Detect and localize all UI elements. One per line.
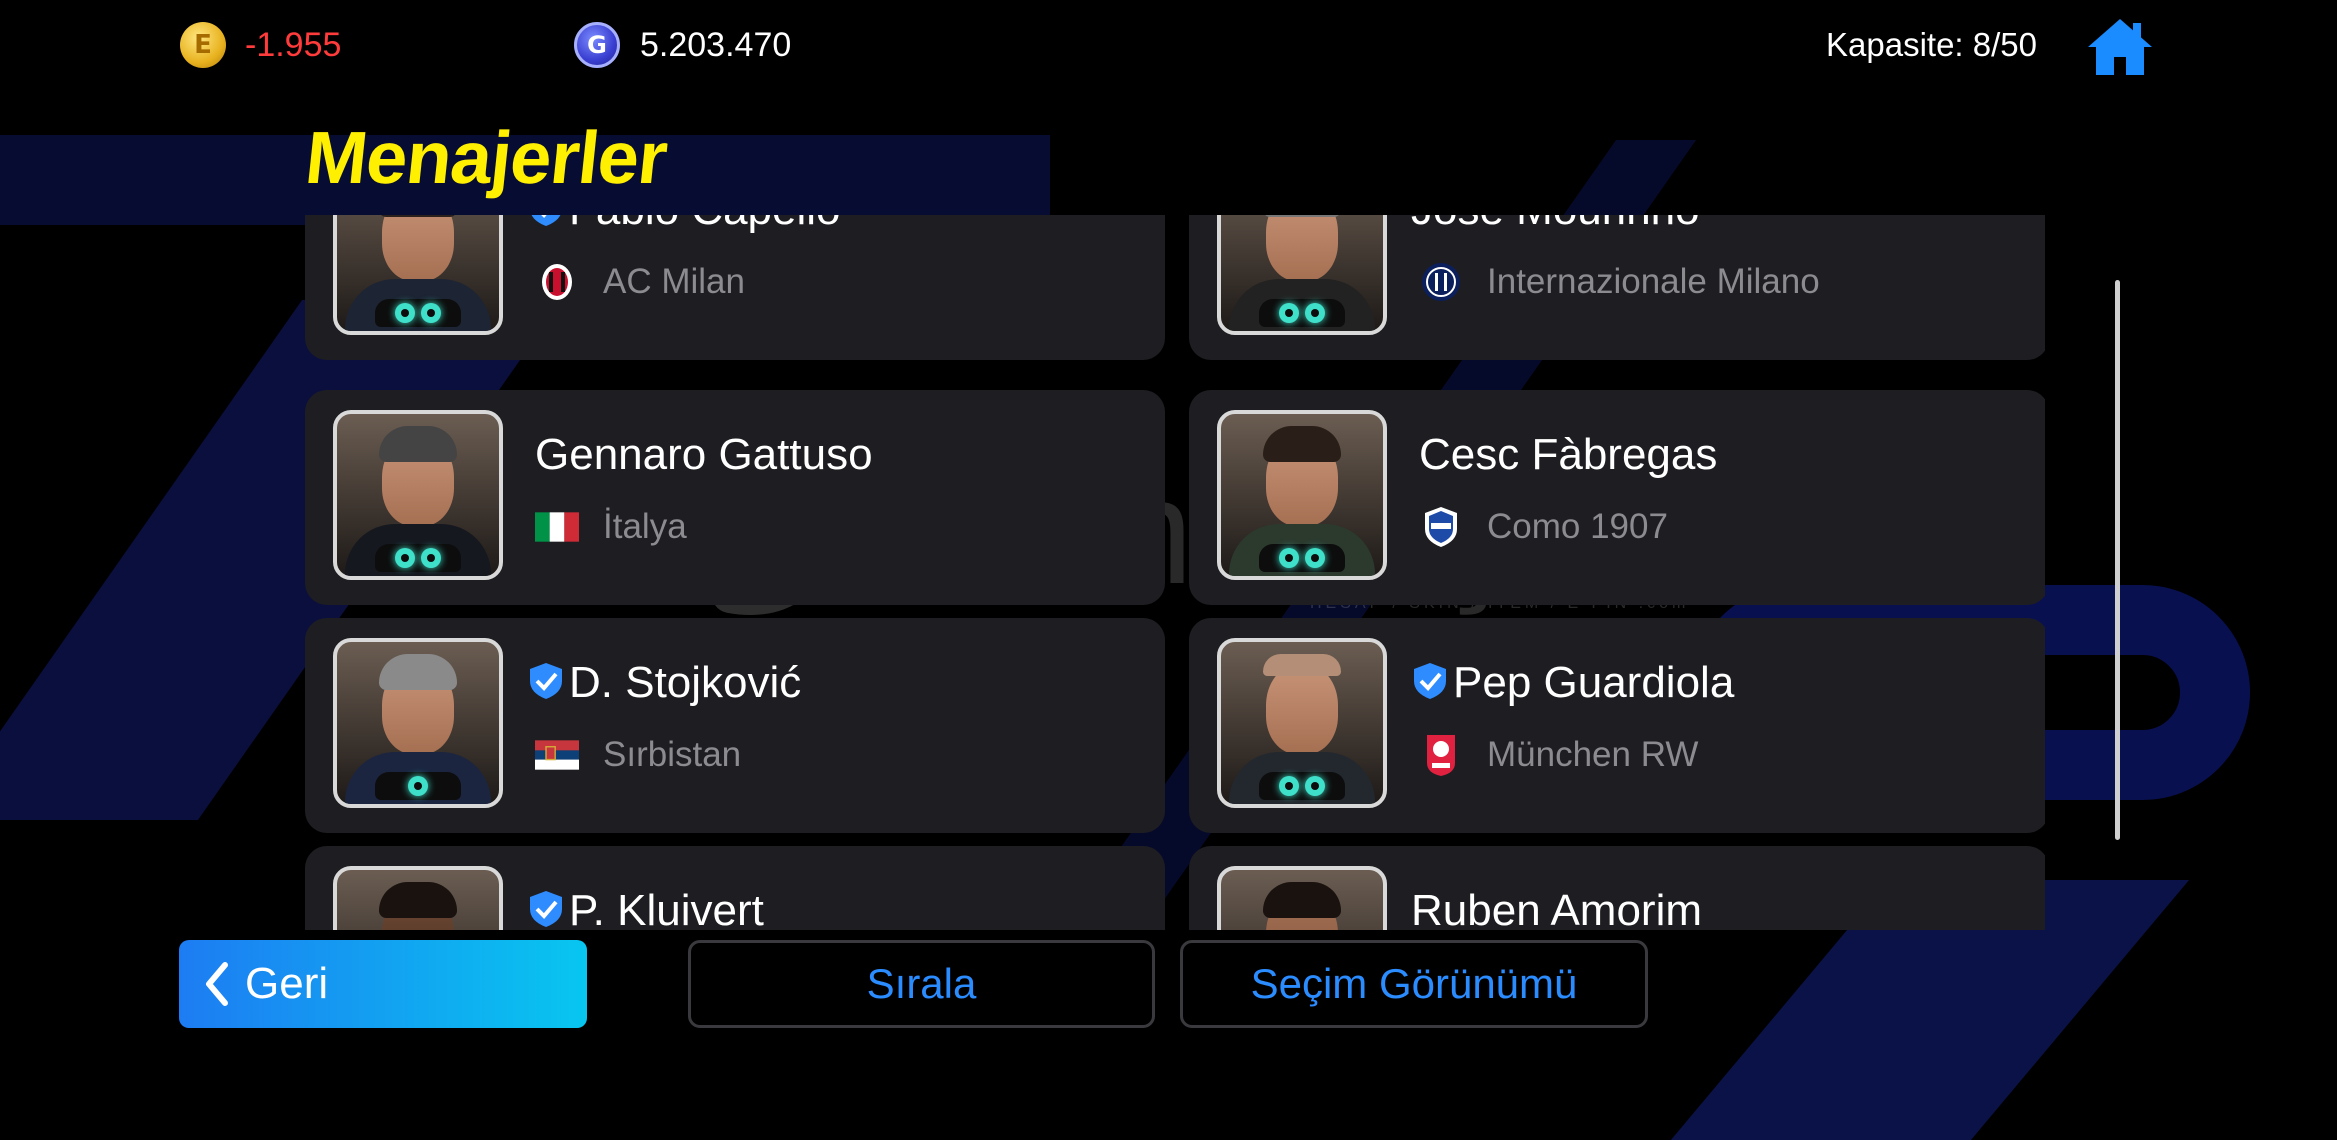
gp-balance: 5.203.470 (640, 26, 792, 64)
ac-milan-crest-icon (535, 260, 579, 304)
manager-card[interactable]: José Mourinho Internazionale Milano (1189, 215, 2045, 360)
manager-name: Cesc Fàbregas (1419, 430, 1717, 480)
manager-name-text: Fabio Capello (569, 215, 841, 234)
skill-badges (1259, 544, 1345, 572)
italy-flag-icon (535, 505, 579, 549)
club-name: İtalya (603, 507, 687, 546)
skill-badge-icon (421, 548, 441, 568)
chevron-left-icon (206, 962, 228, 1006)
manager-name-text: Ruben Amorim (1411, 886, 1703, 930)
skill-badges (1259, 299, 1345, 327)
verified-shield-icon (530, 891, 562, 927)
skill-badges (375, 299, 461, 327)
capacity-label: Kapasite: 8/50 (1826, 26, 2037, 63)
verified-shield-icon (530, 663, 562, 699)
manager-card[interactable]: D. Stojković Sırbistan (305, 618, 1165, 833)
selection-view-button[interactable]: Seçim Görünümü (1180, 940, 1648, 1028)
skill-badge-icon (1305, 776, 1325, 796)
manager-card[interactable]: Gennaro Gattuso İtalya (305, 390, 1165, 605)
inter-crest-icon (1419, 260, 1463, 304)
manager-name-text: P. Kluivert (569, 886, 764, 930)
serbia-flag-icon (535, 733, 579, 777)
manager-name: Pep Guardiola (1411, 658, 1734, 708)
skill-badges (1259, 772, 1345, 800)
verified-shield-icon (531, 215, 561, 226)
manager-portrait (333, 215, 503, 335)
manager-card[interactable]: Pep Guardiola München RW (1189, 618, 2045, 833)
club-name: Como 1907 (1487, 507, 1668, 546)
manager-club: Internazionale Milano (1419, 260, 1820, 304)
manager-club: München RW (1419, 733, 1698, 777)
selection-view-button-label: Seçim Görünümü (1250, 960, 1578, 1007)
manager-name-text: José Mourinho (1411, 215, 1700, 234)
club-name: Internazionale Milano (1487, 262, 1820, 301)
back-button[interactable]: Geri (179, 940, 587, 1028)
manager-portrait (1217, 638, 1387, 808)
manager-name: Fabio Capello (527, 215, 841, 235)
home-button[interactable] (2085, 15, 2155, 79)
list-scrollbar[interactable] (2115, 280, 2120, 840)
back-button-label: Geri (245, 959, 329, 1008)
munchen-rw-crest-icon (1419, 733, 1463, 777)
manager-name-text: Gennaro Gattuso (535, 430, 873, 479)
manager-name-text: Cesc Fàbregas (1419, 430, 1718, 479)
page-title: Menajerler (301, 116, 671, 199)
manager-club: Sırbistan (535, 733, 741, 777)
sort-button-label: Sırala (866, 960, 977, 1007)
manager-name: Ruben Amorim (1411, 886, 1702, 930)
manager-portrait (1217, 410, 1387, 580)
skill-badge-icon (1305, 548, 1325, 568)
home-icon (2088, 19, 2152, 75)
manager-portrait (333, 638, 503, 808)
skill-badges (375, 544, 461, 572)
gp-icon: G (574, 22, 620, 68)
skill-badges (375, 772, 461, 800)
ecoin-icon: E (180, 22, 226, 68)
manager-name: D. Stojković (527, 658, 801, 708)
skill-badge-icon (408, 776, 428, 796)
manager-club: Como 1907 (1419, 505, 1668, 549)
skill-badge-icon (421, 303, 441, 323)
top-bar: E -1.955 G 5.203.470 Kapasite: 8/50 (0, 0, 2337, 90)
coins-balance: -1.955 (245, 26, 342, 64)
manager-club: AC Milan (535, 260, 745, 304)
skill-badge-icon (1279, 303, 1299, 323)
manager-card[interactable]: Fabio Capello AC Milan (305, 215, 1165, 360)
como-crest-icon (1419, 505, 1463, 549)
manager-club: İtalya (535, 505, 687, 549)
sort-button[interactable]: Sırala (688, 940, 1155, 1028)
manager-name: Gennaro Gattuso (535, 430, 873, 480)
manager-portrait (333, 866, 503, 930)
skill-badge-icon (395, 303, 415, 323)
manager-portrait (1217, 866, 1387, 930)
club-name: München RW (1487, 735, 1699, 774)
manager-card[interactable]: P. Kluivert (305, 846, 1165, 930)
manager-name: P. Kluivert (527, 886, 764, 930)
manager-card[interactable]: Cesc Fàbregas Como 1907 (1189, 390, 2045, 605)
manager-name-text: Pep Guardiola (1453, 658, 1735, 707)
manager-portrait (333, 410, 503, 580)
manager-list[interactable]: Fabio Capello AC Milan José Mourinho Int… (300, 215, 2045, 930)
skill-badge-icon (1279, 776, 1299, 796)
manager-name-text: D. Stojković (569, 658, 802, 707)
manager-card[interactable]: Ruben Amorim (1189, 846, 2045, 930)
skill-badge-icon (395, 548, 415, 568)
skill-badge-icon (1279, 548, 1299, 568)
club-name: Sırbistan (603, 735, 742, 774)
manager-name: José Mourinho (1411, 215, 1700, 235)
club-name: AC Milan (603, 262, 745, 301)
skill-badge-icon (1305, 303, 1325, 323)
verified-shield-icon (1414, 663, 1446, 699)
manager-portrait (1217, 215, 1387, 335)
